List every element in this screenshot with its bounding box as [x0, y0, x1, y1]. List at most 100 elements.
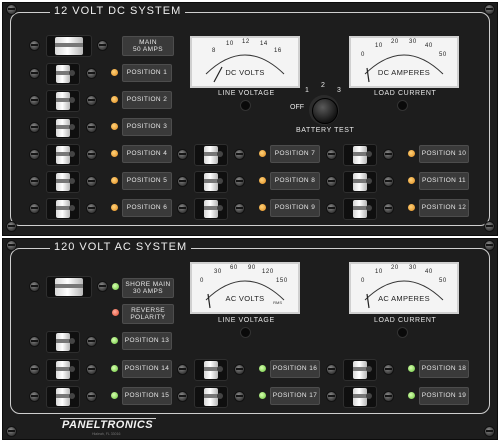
dc-volt-scale: [205, 54, 285, 83]
breaker-nub: [69, 205, 75, 211]
breaker-toggle[interactable]: [194, 198, 228, 220]
amber-led: [408, 150, 415, 157]
screw-icon: [484, 221, 495, 232]
screw-icon: [86, 149, 97, 160]
screw-icon: [29, 203, 40, 214]
position-label: POSITION 12: [419, 199, 469, 217]
screw-icon: [97, 281, 108, 292]
screw-icon: [86, 176, 97, 187]
position-label: POSITION 2: [122, 91, 172, 109]
breaker-nub: [366, 178, 372, 184]
breaker-toggle[interactable]: [343, 359, 377, 381]
green-led: [259, 365, 266, 372]
battery-test-off: OFF: [290, 104, 304, 111]
screw-icon: [383, 176, 394, 187]
breaker-nub: [69, 366, 75, 372]
screw-icon: [29, 40, 40, 51]
toggle-lever-icon: [204, 388, 218, 406]
amber-led: [111, 177, 118, 184]
screw-icon: [234, 149, 245, 160]
breaker-toggle[interactable]: [194, 359, 228, 381]
breaker-toggle[interactable]: [343, 171, 377, 193]
amber-led: [111, 96, 118, 103]
position-label: POSITION 1: [122, 64, 172, 82]
reverse-polarity-label: REVERSE POLARITY: [122, 304, 174, 324]
battery-test-3: 3: [337, 87, 341, 94]
position-label: POSITION 6: [122, 199, 172, 217]
dc-amp-meter: 0 10 20 30 40 50 DC AMPERES: [349, 36, 459, 88]
position-label: POSITION 3: [122, 118, 172, 136]
toggle-lever-icon: [56, 388, 70, 406]
main-breaker-label: MAIN 50 AMPS: [122, 36, 174, 56]
breaker-nub: [366, 151, 372, 157]
amber-led: [408, 177, 415, 184]
reverse-polarity-led: [112, 309, 119, 316]
breaker-nub: [69, 151, 75, 157]
breaker-toggle[interactable]: [46, 198, 80, 220]
amber-led: [259, 204, 266, 211]
brand-logo: PANELTRONICS: [62, 419, 154, 431]
screw-icon: [383, 203, 394, 214]
breaker-toggle[interactable]: [46, 90, 80, 112]
rms-marking: RMS: [273, 300, 282, 305]
toggle-lever-icon: [353, 173, 367, 191]
dc-volt-meter: 8 10 12 14 16 DC VOLTS: [190, 36, 300, 88]
screw-icon: [177, 364, 188, 375]
breaker-toggle[interactable]: [46, 117, 80, 139]
ac-line-voltage-caption: LINE VOLTAGE: [218, 317, 275, 324]
breaker-toggle[interactable]: [46, 63, 80, 85]
amber-led: [259, 177, 266, 184]
breaker-toggle[interactable]: [46, 144, 80, 166]
ac-amp-unit: AC AMPERES: [378, 294, 430, 303]
toggle-lever-icon: [56, 173, 70, 191]
battery-test-knob[interactable]: [312, 98, 338, 124]
screw-icon: [326, 203, 337, 214]
breaker-nub: [217, 178, 223, 184]
shore-main-breaker-toggle[interactable]: [46, 276, 92, 298]
breaker-toggle[interactable]: [194, 171, 228, 193]
breaker-toggle[interactable]: [343, 198, 377, 220]
screw-icon: [86, 364, 97, 375]
screw-icon: [29, 149, 40, 160]
position-label: POSITION 11: [419, 172, 469, 190]
breaker-nub: [69, 70, 75, 76]
screw-icon: [484, 426, 495, 437]
green-led: [111, 365, 118, 372]
breaker-toggle[interactable]: [194, 144, 228, 166]
screw-icon: [383, 391, 394, 402]
green-led: [408, 392, 415, 399]
breaker-toggle[interactable]: [343, 144, 377, 166]
toggle-lever-icon: [353, 388, 367, 406]
breaker-toggle[interactable]: [46, 359, 80, 381]
screw-icon: [86, 391, 97, 402]
screw-icon: [6, 426, 17, 437]
toggle-lever-icon: [204, 146, 218, 164]
breaker-toggle[interactable]: [46, 331, 80, 353]
breaker-nub: [69, 178, 75, 184]
toggle-lever-icon: [204, 361, 218, 379]
screw-icon: [6, 240, 17, 251]
position-label: POSITION 10: [419, 145, 469, 163]
breaker-toggle[interactable]: [343, 386, 377, 408]
breaker-nub: [69, 124, 75, 130]
screw-icon: [86, 336, 97, 347]
breaker-toggle[interactable]: [46, 171, 80, 193]
breaker-toggle[interactable]: [194, 386, 228, 408]
toggle-lever-icon: [204, 173, 218, 191]
ac-amp-meter: 0 10 20 30 40 50 AC AMPERES: [349, 262, 459, 314]
amber-led: [111, 123, 118, 130]
breaker-nub: [69, 393, 75, 399]
screw-icon: [29, 364, 40, 375]
screw-icon: [29, 68, 40, 79]
main-breaker-toggle[interactable]: [46, 35, 92, 57]
position-label: POSITION 19: [419, 387, 469, 405]
screw-icon: [86, 95, 97, 106]
position-label: POSITION 13: [122, 332, 172, 350]
shore-main-label: SHORE MAIN 30 AMPS: [122, 278, 174, 298]
screw-icon: [177, 203, 188, 214]
toggle-lever-icon: [56, 146, 70, 164]
screw-icon: [86, 203, 97, 214]
toggle-lever-icon: [353, 146, 367, 164]
toggle-lever-icon: [56, 119, 70, 137]
breaker-toggle[interactable]: [46, 386, 80, 408]
